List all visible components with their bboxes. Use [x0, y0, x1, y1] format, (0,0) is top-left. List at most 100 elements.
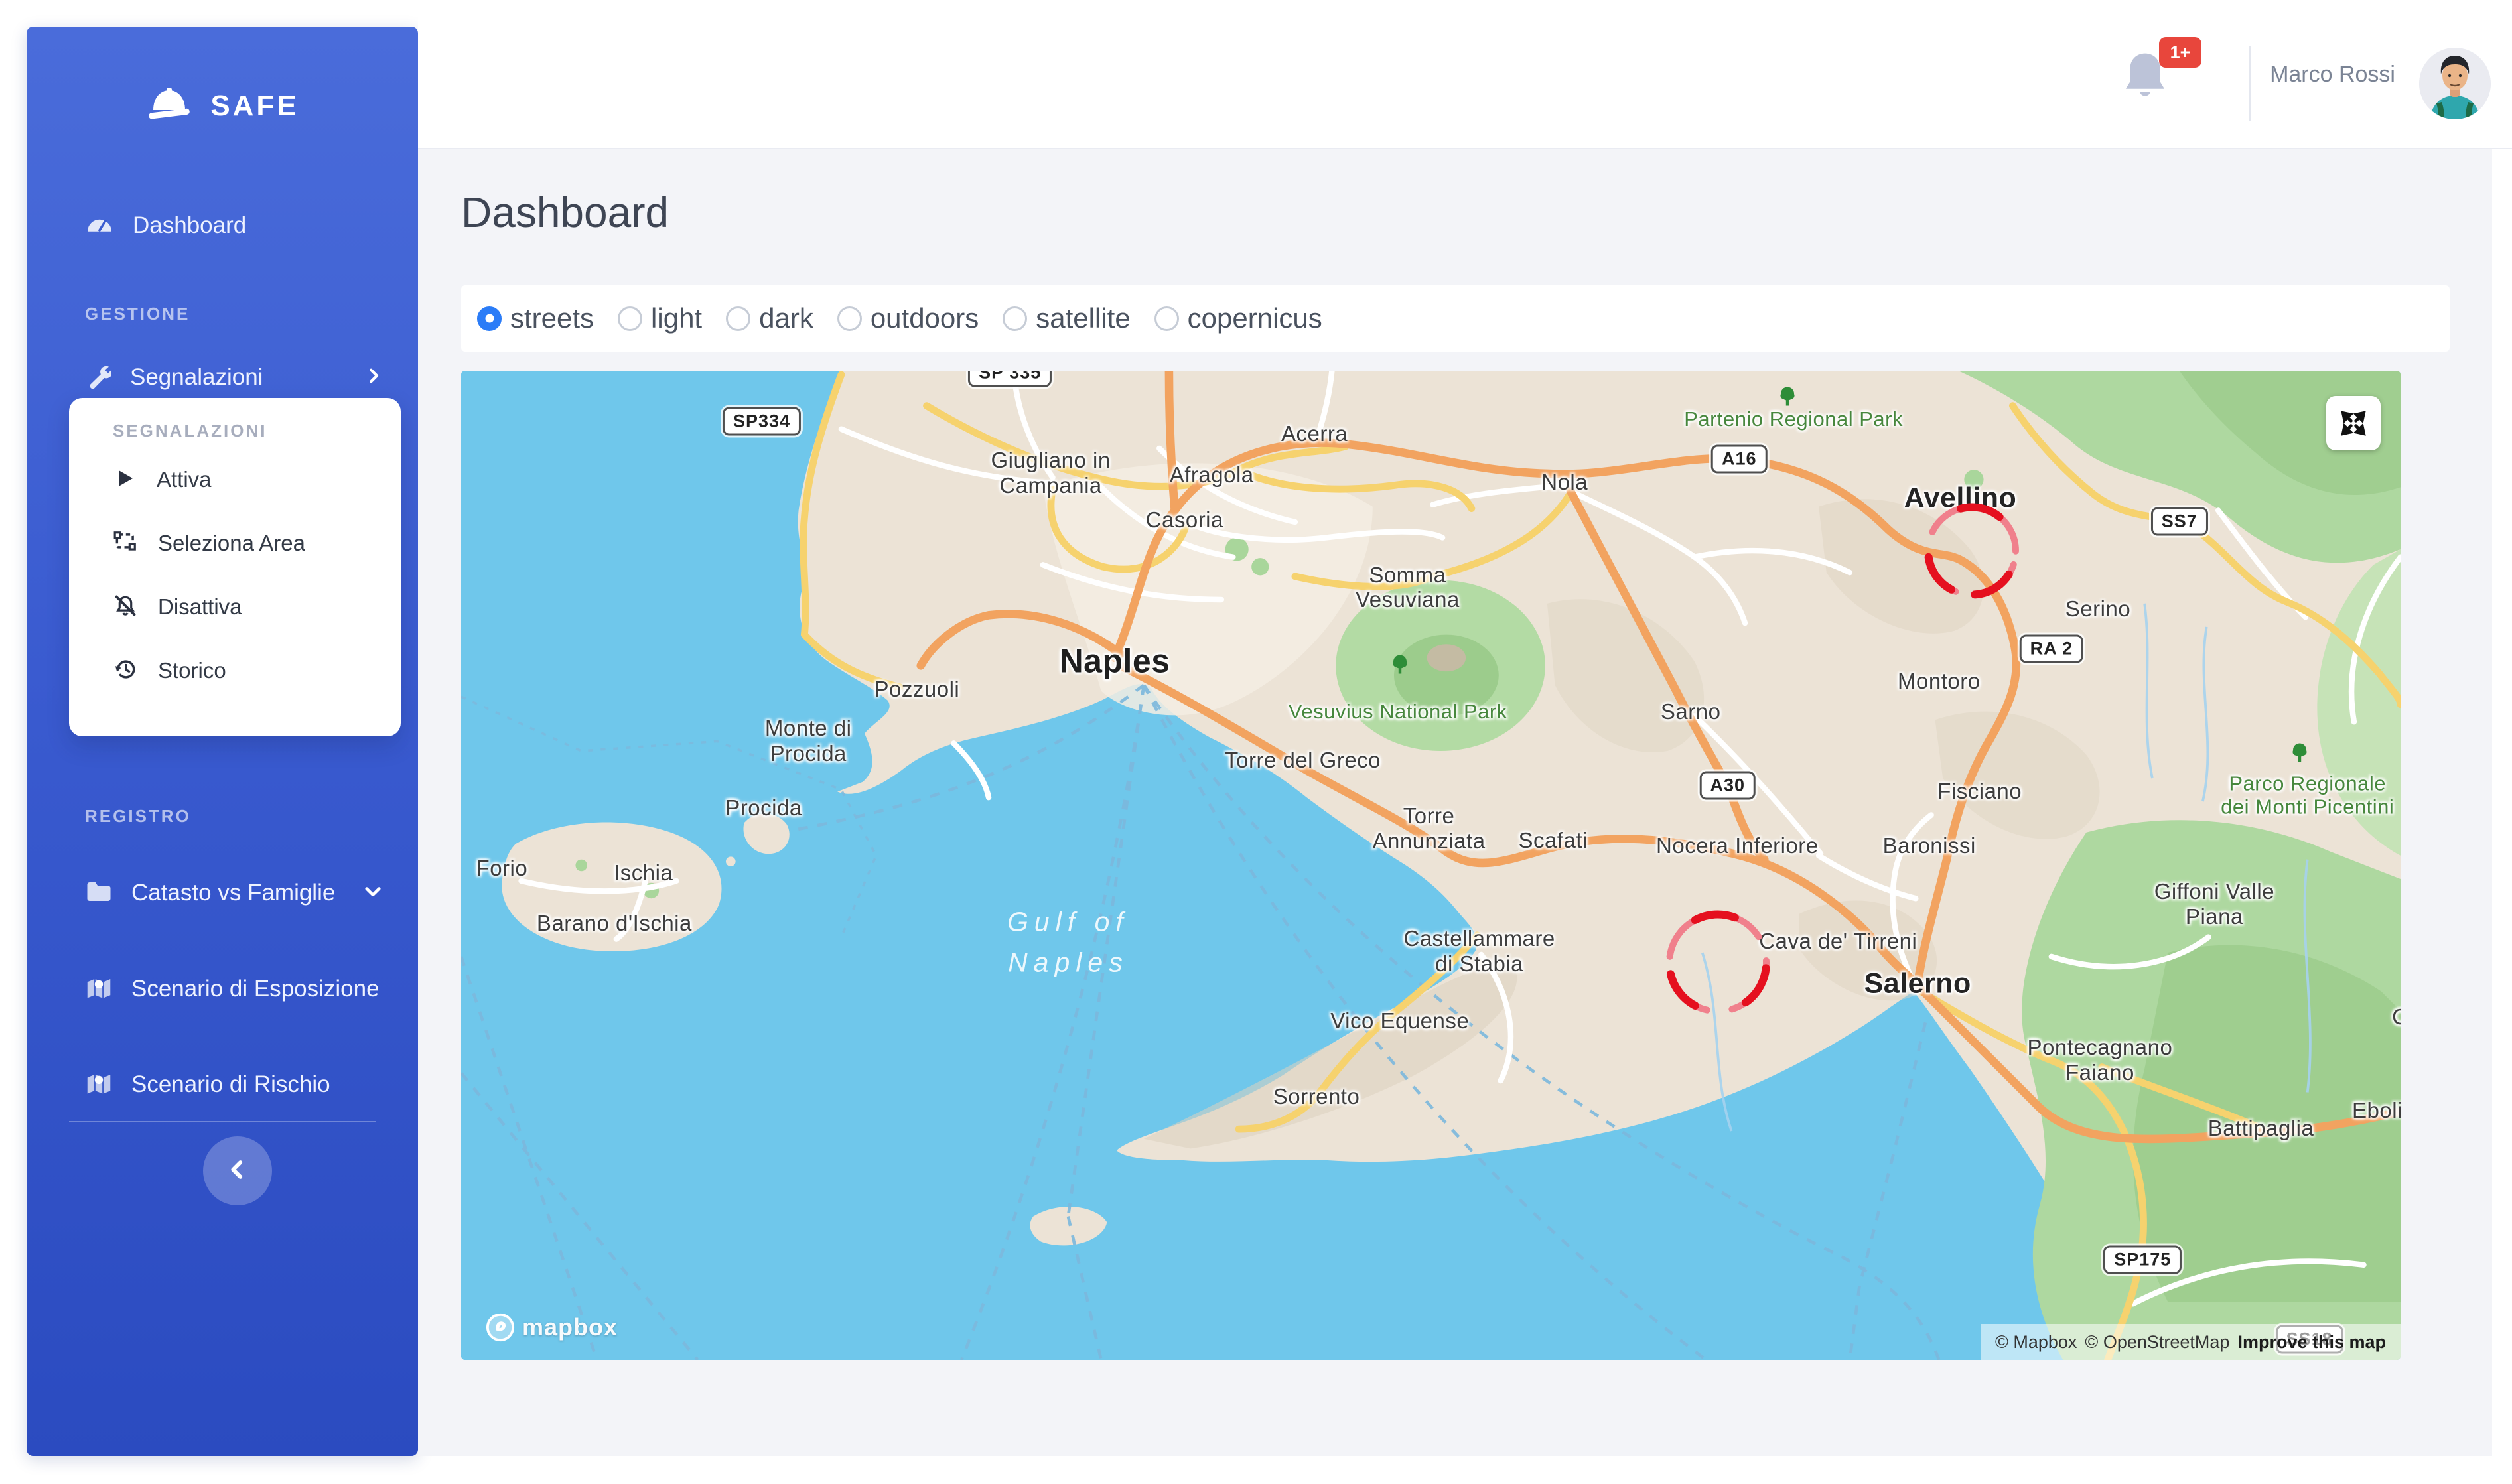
- radio-label: outdoors: [871, 303, 979, 334]
- map-style-option-satellite[interactable]: satellite: [1003, 303, 1130, 334]
- radio-dark[interactable]: [726, 306, 750, 331]
- map-attribution: © Mapbox © OpenStreetMap Improve this ma…: [1981, 1324, 2401, 1360]
- alert-marker-2[interactable]: [1660, 905, 1776, 1024]
- map-place-label-gulf-of-naples: Gulf of Naples: [1007, 902, 1129, 983]
- map-place-label-giugliano-in-campania: Giugliano in Campania: [991, 448, 1110, 498]
- road-shield-ra-2: RA 2: [2020, 634, 2084, 663]
- radio-streets[interactable]: [477, 306, 502, 331]
- map-place-label-casoria: Casoria: [1146, 507, 1223, 533]
- submenu-item-label: Disattiva: [158, 594, 242, 620]
- map-place-label-torre-del-greco: Torre del Greco: [1225, 748, 1381, 773]
- alert-marker-1[interactable]: [1919, 498, 2025, 608]
- map-style-option-outdoors[interactable]: outdoors: [837, 303, 979, 334]
- mapbox-icon: [485, 1312, 516, 1343]
- top-header: 1+ Marco Rossi: [418, 0, 2512, 149]
- avatar[interactable]: [2419, 48, 2491, 119]
- sidebar-collapse-button[interactable]: [203, 1136, 272, 1205]
- map-style-option-copernicus[interactable]: copernicus: [1154, 303, 1322, 334]
- attribution-improve-link[interactable]: Improve this map: [2237, 1332, 2386, 1353]
- road-shield-a30: A30: [1699, 771, 1756, 799]
- dashboard-icon: [85, 212, 114, 239]
- map-place-label-nocera-inferiore: Nocera Inferiore: [1656, 833, 1819, 858]
- submenu-item-label: Storico: [158, 658, 226, 683]
- map-style-switcher: streets light dark outdoors satellite coperni…: [461, 285, 2450, 352]
- submenu-item-attiva[interactable]: Attiva: [113, 448, 401, 511]
- map-place-label-salerno: Salerno: [1864, 968, 1971, 1000]
- radio-label: copernicus: [1188, 303, 1322, 334]
- submenu-item-label: Attiva: [157, 467, 212, 492]
- submenu-item-label: Seleziona Area: [158, 531, 305, 556]
- submenu-item-disattiva[interactable]: Disattiva: [113, 575, 401, 639]
- chevron-right-icon: [364, 366, 384, 389]
- page-title: Dashboard: [461, 188, 669, 237]
- map-pin-icon: [85, 975, 113, 1004]
- radio-outdoors[interactable]: [837, 306, 862, 331]
- map-place-label-fisciano: Fisciano: [1937, 779, 2022, 804]
- mapbox-logo[interactable]: mapbox: [485, 1312, 618, 1343]
- map-place-label-serino: Serino: [2065, 596, 2130, 622]
- tree-icon: [1778, 385, 1797, 411]
- radio-copernicus[interactable]: [1154, 306, 1179, 331]
- map-place-label-afragola: Afragola: [1170, 462, 1254, 488]
- history-icon: [113, 657, 138, 685]
- map-canvas[interactable]: Giugliano in CampaniaAcerraAfragolaCasor…: [461, 371, 2401, 1360]
- play-icon: [113, 466, 137, 494]
- map-style-option-light[interactable]: light: [618, 303, 702, 334]
- map-place-label-giffoni-valle-piana: Giffoni Valle Piana: [2154, 879, 2274, 929]
- map-place-label-vico-equense: Vico Equense: [1330, 1008, 1469, 1034]
- radio-label: streets: [510, 303, 594, 334]
- attribution-mapbox[interactable]: © Mapbox: [1995, 1332, 2077, 1353]
- mapbox-logo-text: mapbox: [522, 1314, 618, 1341]
- sidebar-item-dashboard[interactable]: Dashboard: [27, 195, 418, 256]
- map-place-label-nola: Nola: [1541, 470, 1588, 496]
- map-pin-icon: [85, 1071, 113, 1099]
- attribution-osm[interactable]: © OpenStreetMap: [2085, 1332, 2229, 1353]
- map-place-label-battipaglia: Battipaglia: [2208, 1116, 2314, 1141]
- submenu-item-storico[interactable]: Storico: [113, 639, 401, 703]
- map-place-label-ca: Ca: [2392, 1004, 2401, 1030]
- tree-icon: [1390, 653, 1410, 679]
- sidebar-item-label: Scenario di Esposizione: [131, 976, 380, 1002]
- map-place-label-parco-regionale-dei-monti-picentini: Parco Regionale dei Monti Picentini: [2221, 772, 2394, 819]
- bell-off-icon: [113, 593, 138, 622]
- radio-label: dark: [759, 303, 813, 334]
- map-place-label-ischia: Ischia: [614, 860, 673, 886]
- road-shield-a16: A16: [1711, 444, 1768, 473]
- map-style-option-dark[interactable]: dark: [726, 303, 813, 334]
- sidebar-divider: [69, 1121, 376, 1122]
- road-shield-ss7: SS7: [2151, 507, 2208, 535]
- app-root: SAFE Dashboard GESTIONE Segnalazioni: [0, 0, 2512, 1484]
- map-place-label-castellammare-di-stabia: Castellammare di Stabia: [1403, 926, 1555, 977]
- radio-light[interactable]: [618, 306, 642, 331]
- select-area-icon: [113, 529, 138, 558]
- folder-icon: [85, 880, 113, 907]
- road-shield-sp334: SP334: [723, 407, 801, 436]
- map-place-label-barano-d-ischia: Barano d'Ischia: [537, 911, 692, 937]
- map-place-label-pontecagnano-faiano: Pontecagnano Faiano: [2027, 1035, 2172, 1085]
- map-place-label-pozzuoli: Pozzuoli: [874, 677, 960, 702]
- user-name[interactable]: Marco Rossi: [2270, 0, 2395, 149]
- map-style-option-streets[interactable]: streets: [477, 303, 594, 334]
- map-place-label-sarno: Sarno: [1661, 699, 1721, 724]
- sidebar-item-label: Dashboard: [133, 212, 246, 239]
- sidebar-item-scenario-rischio[interactable]: Scenario di Rischio: [27, 1054, 418, 1115]
- tree-icon: [2290, 742, 2310, 768]
- sidebar-item-catasto-vs-famiglie[interactable]: Catasto vs Famiglie: [27, 862, 418, 923]
- map-place-label-vesuvius-national-park: Vesuvius National Park: [1289, 701, 1507, 724]
- fullscreen-button[interactable]: [2326, 396, 2381, 450]
- map-place-label-baronissi: Baronissi: [1883, 833, 1976, 858]
- section-label-gestione: GESTIONE: [85, 304, 190, 324]
- brand: SAFE: [27, 85, 418, 127]
- notifications-button[interactable]: 1+: [2117, 46, 2190, 119]
- notification-badge: 1+: [2159, 37, 2201, 68]
- radio-satellite[interactable]: [1003, 306, 1027, 331]
- submenu-item-seleziona-area[interactable]: Seleziona Area: [113, 511, 401, 575]
- sidebar: SAFE Dashboard GESTIONE Segnalazioni: [27, 27, 418, 1456]
- sidebar-item-scenario-esposizione[interactable]: Scenario di Esposizione: [27, 959, 418, 1020]
- section-label-registro: REGISTRO: [85, 806, 191, 827]
- radio-label: light: [651, 303, 702, 334]
- map-place-label-somma-vesuviana: Somma Vesuviana: [1356, 563, 1460, 613]
- map-place-label-montoro: Montoro: [1898, 669, 1981, 694]
- map-place-label-torre-annunziata: Torre Annunziata: [1372, 803, 1485, 854]
- brand-name: SAFE: [210, 90, 299, 123]
